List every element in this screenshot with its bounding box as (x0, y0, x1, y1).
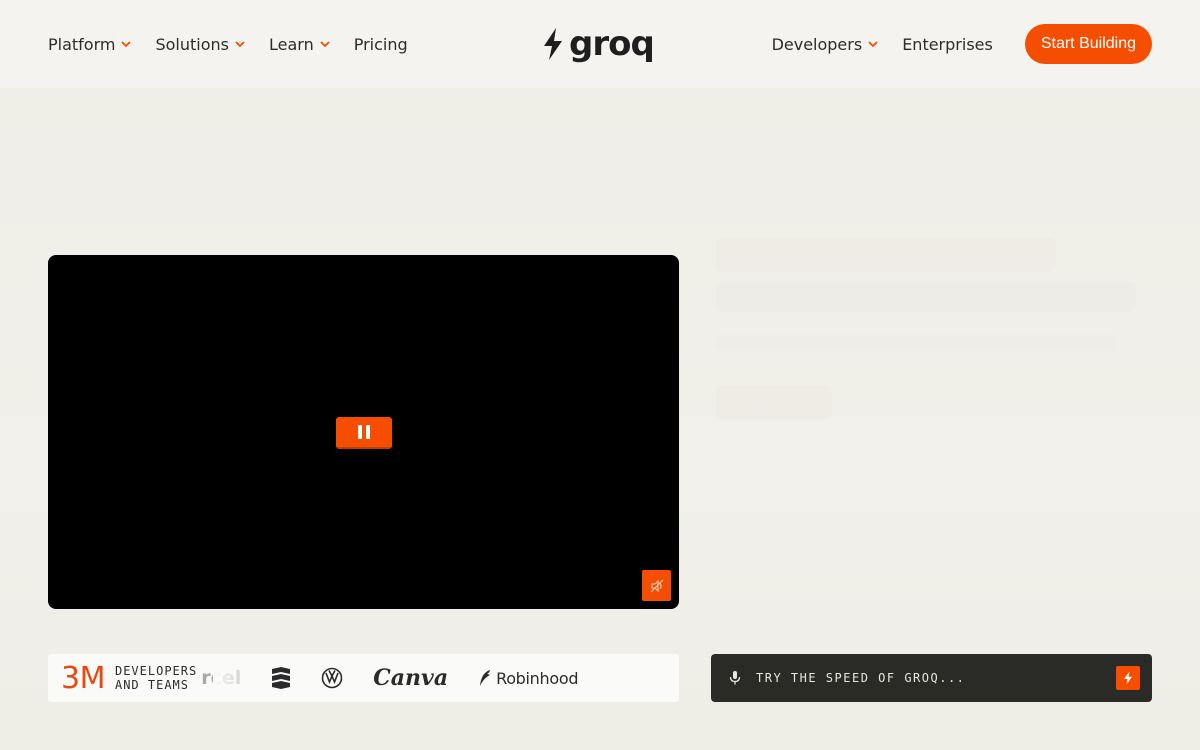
speed-prompt-input[interactable]: TRY THE SPEED OF GROQ... (711, 654, 1152, 702)
pause-button[interactable] (336, 417, 392, 449)
nav-item-pricing[interactable]: Pricing (354, 35, 408, 54)
hero-headline-faded (716, 238, 1056, 272)
lightning-icon (544, 28, 562, 60)
robinhood-wordmark: Robinhood (496, 668, 579, 688)
mute-button[interactable] (642, 570, 671, 601)
logo-fade-right (629, 654, 679, 702)
hero-button-faded (716, 385, 832, 419)
start-building-button[interactable]: Start Building (1024, 24, 1152, 64)
pause-icon-bar (366, 425, 370, 439)
nav-item-enterprises[interactable]: Enterprises (902, 35, 993, 54)
groq-logo[interactable]: groq (541, 24, 655, 64)
nav-right-group: Developers Enterprises Start Building (750, 0, 1152, 88)
customer-logo-strip: 3M DEVELOPERS AND TEAMS rcel Canva Robi (48, 654, 679, 702)
top-navigation: Platform Solutions Learn Pricing groq De… (0, 0, 1200, 88)
nav-item-label: Platform (48, 34, 116, 54)
nav-item-label: Pricing (353, 34, 408, 54)
nav-item-developers[interactable]: Developers (772, 35, 881, 54)
sound-muted-icon (650, 579, 663, 592)
brand-logos: rcel Canva Robinhood (201, 654, 679, 702)
hero-video[interactable] (48, 255, 679, 609)
speed-prompt-placeholder: TRY THE SPEED OF GROQ... (756, 671, 966, 685)
robinhood-logo: Robinhood (478, 668, 579, 688)
nav-item-learn[interactable]: Learn (269, 35, 332, 54)
nav-item-platform[interactable]: Platform (48, 35, 133, 54)
nav-item-label: Enterprises (902, 34, 993, 54)
stat-label-line2: AND TEAMS (114, 678, 190, 692)
developer-count-label: DEVELOPERS AND TEAMS (115, 664, 197, 692)
chevron-down-icon (320, 41, 330, 48)
microphone-icon[interactable] (728, 670, 742, 686)
stat-label-line1: DEVELOPERS (114, 664, 198, 678)
logo-wordmark: groq (569, 24, 655, 64)
pause-icon (358, 425, 362, 439)
chevron-down-icon (235, 41, 245, 48)
hero-subheadline-faded (716, 282, 1136, 312)
logo-fade-left (213, 654, 274, 702)
chevron-brand-logo (271, 667, 291, 689)
feather-icon (480, 670, 491, 686)
chevron-down-icon (121, 41, 132, 48)
canva-logo: Canva (373, 665, 449, 691)
speed-prompt-submit-button[interactable] (1116, 666, 1140, 690)
developer-count: 3M (61, 660, 105, 696)
lightning-icon (1124, 671, 1132, 685)
volkswagen-logo (321, 667, 343, 689)
nav-item-label: Learn (269, 34, 314, 54)
hero-body-faded (716, 335, 1116, 351)
nav-item-label: Solutions (155, 34, 229, 54)
chevron-down-icon (868, 41, 878, 48)
nav-item-label: Developers (771, 34, 863, 54)
nav-item-solutions[interactable]: Solutions (155, 35, 247, 54)
nav-left-group: Platform Solutions Learn Pricing (48, 0, 430, 88)
